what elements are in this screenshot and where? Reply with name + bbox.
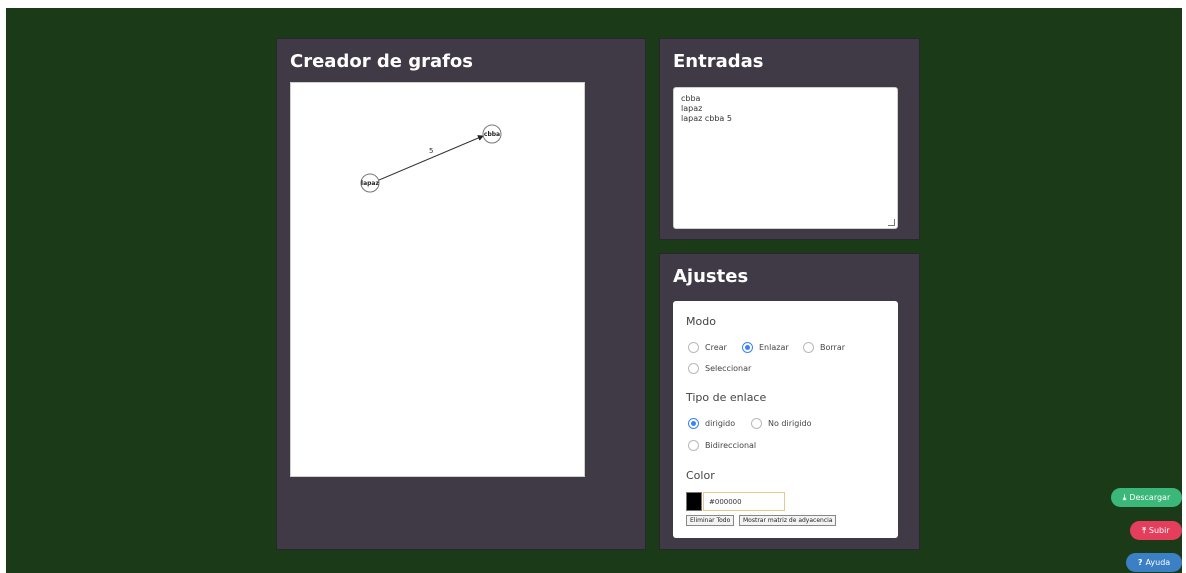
link-radio-no-dirigido[interactable]: No dirigido: [751, 418, 812, 429]
upload-icon: ⤒: [1142, 525, 1146, 535]
help-button[interactable]: ? Ayuda: [1126, 553, 1182, 572]
radio-selected-icon: [742, 342, 753, 353]
radio-circle-icon: [688, 440, 699, 451]
color-swatch[interactable]: [686, 492, 702, 511]
link-type-label: Tipo de enlace: [686, 391, 767, 404]
node-label-lapaz: lapaz: [361, 180, 379, 187]
mode-option-label: Enlazar: [759, 343, 789, 352]
mode-option-label: Crear: [705, 343, 727, 352]
download-label: Descargar: [1129, 493, 1171, 502]
mode-radio-enlazar[interactable]: Enlazar: [742, 342, 789, 353]
graph-canvas[interactable]: 5 lapaz cbba: [290, 82, 585, 477]
link-radio-bidireccional[interactable]: Bidireccional: [688, 440, 756, 451]
settings-panel: Ajustes Modo Crear Enlazar Borrar Selecc…: [659, 253, 920, 550]
upload-label: Subir: [1148, 526, 1170, 535]
radio-circle-icon: [751, 418, 762, 429]
link-radio-dirigido[interactable]: dirigido: [688, 418, 735, 429]
download-button[interactable]: ⤓ Descargar: [1111, 488, 1182, 507]
upload-button[interactable]: ⤒ Subir: [1130, 521, 1182, 540]
graph-svg[interactable]: 5 lapaz cbba: [291, 83, 586, 478]
node-label-cbba: cbba: [484, 131, 500, 138]
download-icon: ⤓: [1122, 492, 1127, 502]
graph-node-lapaz[interactable]: lapaz: [360, 173, 380, 193]
app-background: Creador de grafos 5 lapaz cbba Entradas …: [6, 8, 1182, 573]
inputs-panel: Entradas cbba lapaz lapaz cbba 5: [659, 38, 920, 240]
clear-all-button[interactable]: Eliminar Todo: [686, 515, 735, 526]
help-icon: ?: [1137, 558, 1143, 567]
settings-panel-title: Ajustes: [673, 266, 749, 287]
link-option-label: Bidireccional: [705, 441, 757, 450]
mode-radio-seleccionar[interactable]: Seleccionar: [688, 363, 751, 374]
mode-option-label: Borrar: [820, 343, 846, 352]
resize-grip-icon[interactable]: [888, 219, 895, 226]
graph-panel-title: Creador de grafos: [290, 51, 474, 72]
link-option-label: dirigido: [705, 419, 736, 428]
radio-circle-icon: [688, 363, 699, 374]
link-option-label: No dirigido: [768, 419, 812, 428]
mode-radio-borrar[interactable]: Borrar: [803, 342, 845, 353]
help-label: Ayuda: [1145, 558, 1171, 567]
mode-radio-crear[interactable]: Crear: [688, 342, 727, 353]
radio-circle-icon: [688, 342, 699, 353]
radio-circle-icon: [803, 342, 814, 353]
inputs-textarea-wrapper: cbba lapaz lapaz cbba 5: [673, 87, 898, 229]
mode-option-label: Seleccionar: [705, 364, 752, 373]
inputs-panel-title: Entradas: [673, 51, 764, 72]
color-label: Color: [686, 469, 715, 482]
graph-edge[interactable]: [378, 135, 484, 181]
graph-panel: Creador de grafos 5 lapaz cbba: [276, 38, 646, 550]
edge-weight-label: 5: [429, 147, 433, 155]
graph-node-cbba[interactable]: cbba: [482, 124, 502, 144]
show-adjacency-matrix-button[interactable]: Mostrar matriz de adyacencia: [739, 515, 837, 526]
mode-label: Modo: [686, 315, 716, 328]
color-hex-input[interactable]: [703, 492, 785, 511]
inputs-textarea[interactable]: cbba lapaz lapaz cbba 5: [674, 88, 897, 228]
radio-selected-icon: [688, 418, 699, 429]
settings-card: Modo Crear Enlazar Borrar Seleccionar Ti…: [673, 301, 898, 538]
